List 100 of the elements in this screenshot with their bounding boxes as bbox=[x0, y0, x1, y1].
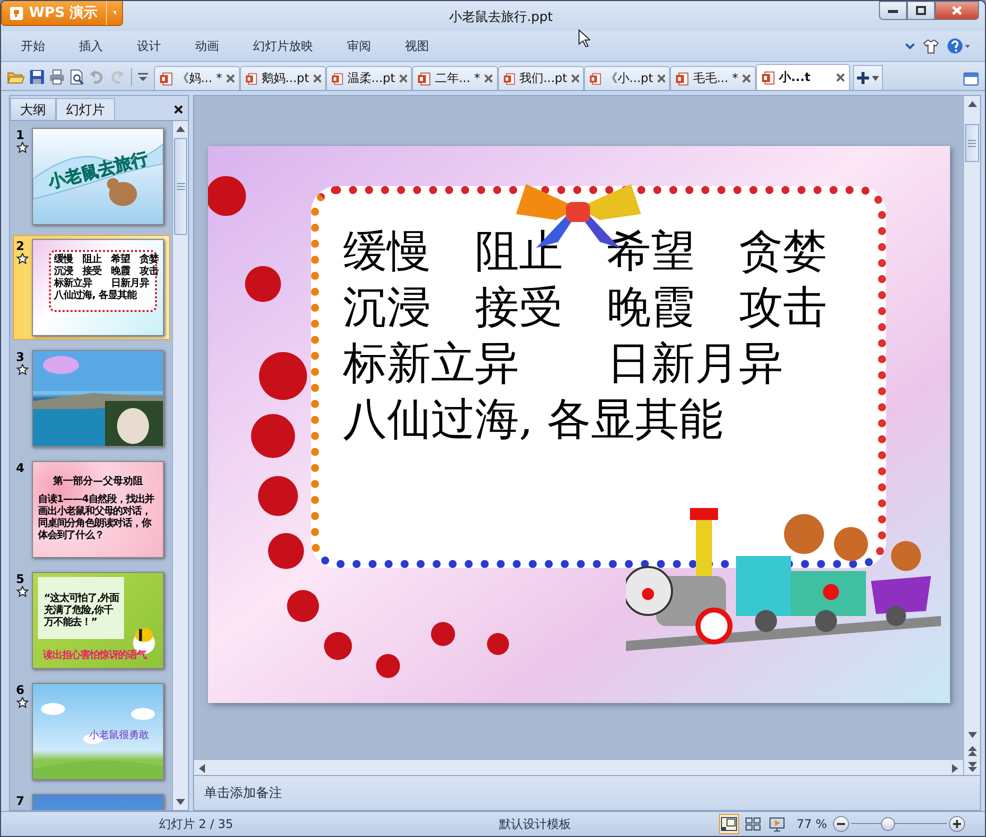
template-name: 默认设计模板 bbox=[498, 816, 572, 832]
presentation-file-icon bbox=[675, 72, 689, 86]
panel-tab[interactable]: 幻灯片 bbox=[56, 98, 115, 120]
scroll-down-icon[interactable] bbox=[176, 799, 185, 805]
wps-logo-icon bbox=[10, 6, 23, 20]
dot-decoration bbox=[376, 654, 400, 678]
shirt-icon[interactable] bbox=[923, 38, 939, 54]
notes-field[interactable]: 单击添加备注 bbox=[193, 776, 981, 811]
slide-text-line: 缓慢 阻止 希望 贪婪 bbox=[343, 225, 828, 279]
new-tab-button[interactable] bbox=[853, 65, 883, 90]
slideshow-icon bbox=[768, 816, 784, 832]
zoom-percent: 77 % bbox=[796, 817, 827, 831]
menu-tab[interactable]: 设计 bbox=[137, 35, 161, 57]
normal-view-icon bbox=[720, 817, 736, 831]
dot-decoration bbox=[259, 352, 307, 400]
slide-text: 八仙过海, 各显其能 bbox=[54, 290, 138, 302]
document-tab[interactable]: 《妈... * bbox=[154, 66, 240, 90]
presentation-file-icon bbox=[761, 70, 775, 84]
zoom-in-button[interactable] bbox=[949, 816, 965, 832]
close-icon[interactable] bbox=[174, 105, 183, 114]
slide-text-line: 沉浸 接受 晚霞 攻击 bbox=[343, 281, 828, 335]
print-icon[interactable] bbox=[49, 69, 65, 85]
menu-tab[interactable]: 插入 bbox=[79, 35, 103, 57]
menu-tab[interactable]: 幻灯片放映 bbox=[253, 35, 313, 57]
document-tab[interactable]: 小...t bbox=[756, 64, 850, 90]
slide-text: 小老鼠很勇敢 bbox=[89, 728, 149, 742]
dot-decoration bbox=[268, 533, 304, 569]
dropdown-icon[interactable] bbox=[138, 72, 148, 82]
previous-slide-icon[interactable] bbox=[968, 746, 976, 756]
scroll-right-icon[interactable] bbox=[952, 764, 958, 772]
dot-decoration bbox=[431, 622, 455, 646]
document-tab[interactable]: 《小...pt bbox=[584, 66, 670, 90]
presentation-file-icon bbox=[589, 72, 602, 86]
window-title: 小老鼠去旅行.ppt bbox=[448, 9, 554, 26]
scroll-down-icon[interactable] bbox=[968, 732, 976, 738]
dot-decoration bbox=[258, 476, 298, 516]
slide-number: 5 bbox=[16, 572, 24, 586]
menu-tab[interactable]: 开始 bbox=[21, 35, 45, 57]
document-tab[interactable]: 温柔...pt bbox=[326, 66, 412, 90]
grip-icon bbox=[176, 183, 184, 190]
caret-icon bbox=[872, 76, 879, 80]
maximize-icon bbox=[916, 6, 926, 15]
slide-counter: 幻灯片 2 / 35 bbox=[158, 816, 234, 832]
dot-decoration bbox=[324, 632, 352, 660]
grip-icon bbox=[968, 140, 976, 146]
slider-thumb[interactable] bbox=[881, 817, 896, 831]
close-icon[interactable] bbox=[836, 73, 845, 82]
slide-text: 自读1——4自然段，找出并画出小老鼠和父母的对话，同桌间分角色朗读对话，你体会到了什么？ bbox=[36, 492, 156, 542]
presentation-file-icon bbox=[245, 72, 258, 86]
print-preview-icon[interactable] bbox=[69, 69, 85, 85]
dot-decoration bbox=[287, 590, 319, 622]
minimize-button[interactable] bbox=[879, 1, 907, 20]
close-button[interactable] bbox=[935, 1, 979, 20]
slide-text: 标新立异 日新月异 bbox=[54, 278, 150, 290]
presentation-file-icon bbox=[331, 72, 344, 86]
menu-tab[interactable]: 审阅 bbox=[347, 35, 371, 57]
slide-text-line: 标新立异 日新月异 bbox=[343, 337, 784, 391]
scroll-left-icon[interactable] bbox=[199, 764, 205, 772]
dot-decoration bbox=[487, 633, 509, 655]
save-icon[interactable] bbox=[29, 69, 45, 85]
zoom-out-button[interactable] bbox=[833, 816, 849, 832]
slide-quote: “这太可怕了,外面充满了危险,你千万不能去！” bbox=[38, 577, 124, 639]
slide-text-line: 八仙过海, 各显其能 bbox=[343, 393, 724, 447]
window-layout-icon[interactable] bbox=[963, 72, 979, 86]
plus-icon bbox=[857, 72, 869, 84]
presentation-file-icon bbox=[159, 72, 173, 86]
panel-tab[interactable]: 大纲 bbox=[10, 98, 56, 120]
slide-number: 3 bbox=[16, 350, 24, 364]
slide-thumbnail-item[interactable]: 2 缓慢 阻止 希望 贪婪 沉浸 接受 晚霞 攻击 标新立异 日新月异 八仙过海, 各显其能 bbox=[13, 235, 170, 340]
document-tab[interactable]: 二年... * bbox=[412, 66, 498, 90]
slide-number: 2 bbox=[16, 239, 24, 253]
chevron-down-icon[interactable] bbox=[905, 42, 915, 50]
scrollbar-thumb[interactable] bbox=[965, 124, 979, 162]
plus-icon bbox=[953, 820, 961, 828]
slide-title: 小老鼠去旅行 bbox=[46, 148, 150, 194]
scroll-up-icon[interactable] bbox=[968, 101, 976, 107]
dot-decoration bbox=[245, 266, 281, 302]
grid-view-icon bbox=[744, 817, 760, 831]
presentation-file-icon bbox=[417, 72, 431, 86]
menu-tab[interactable]: 动画 bbox=[195, 35, 219, 57]
scrollbar-thumb[interactable] bbox=[174, 138, 187, 235]
help-icon[interactable] bbox=[947, 38, 971, 54]
scroll-up-icon[interactable] bbox=[176, 126, 185, 132]
menu-tab[interactable]: 视图 bbox=[405, 35, 429, 57]
minimize-icon bbox=[888, 8, 898, 12]
maximize-button[interactable] bbox=[907, 1, 935, 20]
mouse-cursor-icon bbox=[578, 29, 590, 47]
next-slide-icon[interactable] bbox=[968, 762, 976, 772]
slide-text: 读出担心害怕惊讶的语气 bbox=[43, 648, 146, 662]
view-button[interactable] bbox=[718, 814, 738, 834]
close-icon bbox=[952, 6, 962, 15]
slide-number: 1 bbox=[16, 128, 24, 142]
slide-heading: 第一部分—父母劝阻 bbox=[52, 474, 144, 488]
caret-icon bbox=[112, 10, 116, 16]
slide-number: 6 bbox=[16, 683, 24, 697]
dot-decoration bbox=[208, 176, 246, 216]
document-tab[interactable]: 毛毛... * bbox=[670, 66, 756, 90]
document-tab[interactable]: 我们...pt bbox=[498, 66, 584, 90]
document-tab[interactable]: 鹅妈...pt bbox=[240, 66, 326, 90]
zoom-slider[interactable] bbox=[851, 817, 947, 831]
